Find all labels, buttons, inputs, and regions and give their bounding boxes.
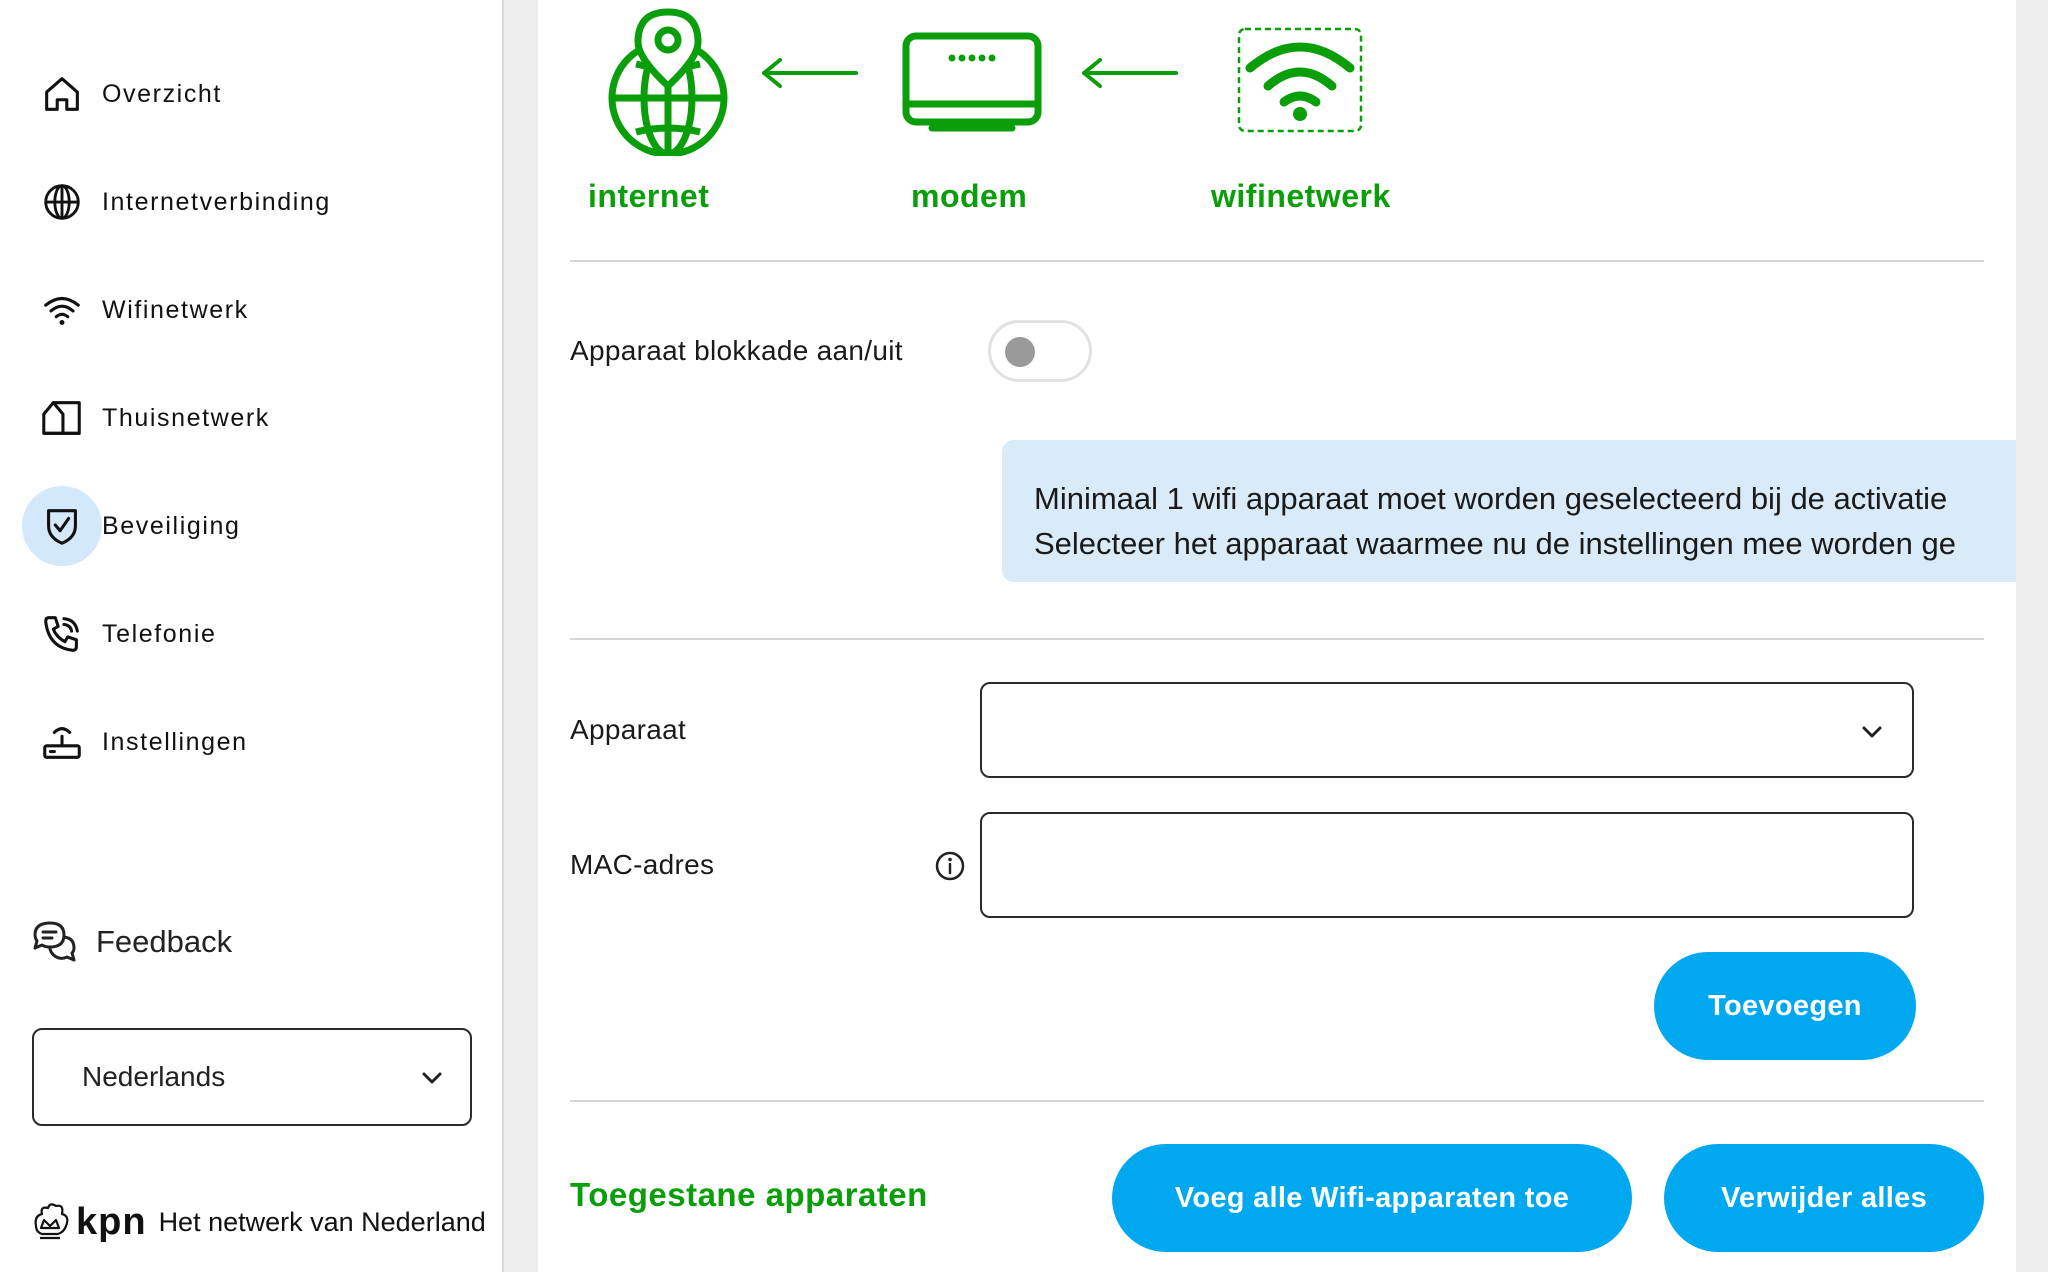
modem-icon (902, 32, 1042, 132)
info-icon[interactable] (934, 850, 966, 882)
brand-name: kpn (76, 1200, 147, 1243)
mac-address-label: MAC-adres (570, 849, 715, 880)
feedback-icon (33, 921, 76, 962)
add-all-wifi-devices-button[interactable]: Voeg alle Wifi-apparaten toe (1112, 1144, 1632, 1252)
feedback-label: Feedback (96, 924, 233, 959)
internet-globe-icon (608, 8, 728, 156)
phone-icon (22, 594, 102, 674)
shield-check-icon (22, 486, 102, 566)
remove-all-button[interactable]: Verwijder alles (1664, 1144, 1984, 1252)
globe-icon (22, 162, 102, 242)
sidebar-item-telefonie[interactable]: Telefonie (0, 594, 504, 674)
sidebar-item-label: Beveiliging (102, 511, 241, 540)
divider (570, 638, 1984, 640)
sidebar-item-beveiliging[interactable]: Beveiliging (0, 486, 504, 566)
info-message: Minimaal 1 wifi apparaat moet worden ges… (1002, 440, 2016, 582)
main-panel: internet modem wifinetwerk Apparaat blok… (538, 0, 2016, 1272)
chevron-down-icon (1862, 726, 1882, 738)
diagram-label-modem: modem (911, 178, 1028, 214)
language-select[interactable]: Nederlands (32, 1028, 472, 1126)
sidebar-item-instellingen[interactable]: Instellingen (0, 702, 504, 782)
divider (570, 1100, 1984, 1102)
sidebar-item-thuisnetwerk[interactable]: Thuisnetwerk (0, 378, 504, 458)
sidebar-item-label: Wifinetwerk (102, 295, 249, 324)
sidebar-item-label: Instellingen (102, 727, 248, 756)
router-icon (22, 702, 102, 782)
sidebar-item-overzicht[interactable]: Overzicht (0, 54, 504, 134)
diagram-label-wifinetwerk: wifinetwerk (1211, 178, 1391, 214)
kpn-crown-icon (34, 1203, 69, 1240)
divider (570, 260, 1984, 262)
mac-address-input[interactable] (980, 812, 1914, 918)
diagram-label-internet: internet (588, 178, 710, 214)
allowed-devices-title: Toegestane apparaten (570, 1176, 928, 1213)
sidebar-item-label: Telefonie (102, 619, 217, 648)
device-select[interactable] (980, 682, 1914, 778)
info-message-line: Minimaal 1 wifi apparaat moet worden ges… (1034, 481, 1948, 516)
device-block-label: Apparaat blokkade aan/uit (570, 335, 903, 366)
wifi-network-icon (1237, 27, 1363, 133)
feedback-link[interactable]: Feedback (30, 912, 232, 972)
arrow-left-icon (762, 58, 858, 88)
sidebar-item-internetverbinding[interactable]: Internetverbinding (0, 162, 504, 242)
sidebar-item-label: Thuisnetwerk (102, 403, 270, 432)
house-network-icon (22, 378, 102, 458)
language-select-value: Nederlands (82, 1061, 226, 1092)
sidebar-item-wifinetwerk[interactable]: Wifinetwerk (0, 270, 504, 350)
device-block-toggle[interactable] (988, 320, 1092, 382)
sidebar-item-label: Internetverbinding (102, 187, 331, 216)
sidebar-item-label: Overzicht (102, 79, 222, 108)
home-icon (22, 54, 102, 134)
device-label: Apparaat (570, 714, 687, 745)
arrow-left-icon (1082, 58, 1178, 88)
brand-logo: kpn Het netwerk van Nederland (28, 1200, 486, 1244)
brand-tagline: Het netwerk van Nederland (158, 1206, 486, 1237)
wifi-icon (22, 270, 102, 350)
chevron-down-icon (422, 1072, 442, 1084)
toggle-knob (1005, 337, 1035, 367)
add-button[interactable]: Toevoegen (1654, 952, 1916, 1060)
sidebar: Overzicht Internetverbinding Wifinetwerk (0, 0, 504, 1272)
info-message-line: Selecteer het apparaat waarmee nu de ins… (1034, 526, 1956, 561)
